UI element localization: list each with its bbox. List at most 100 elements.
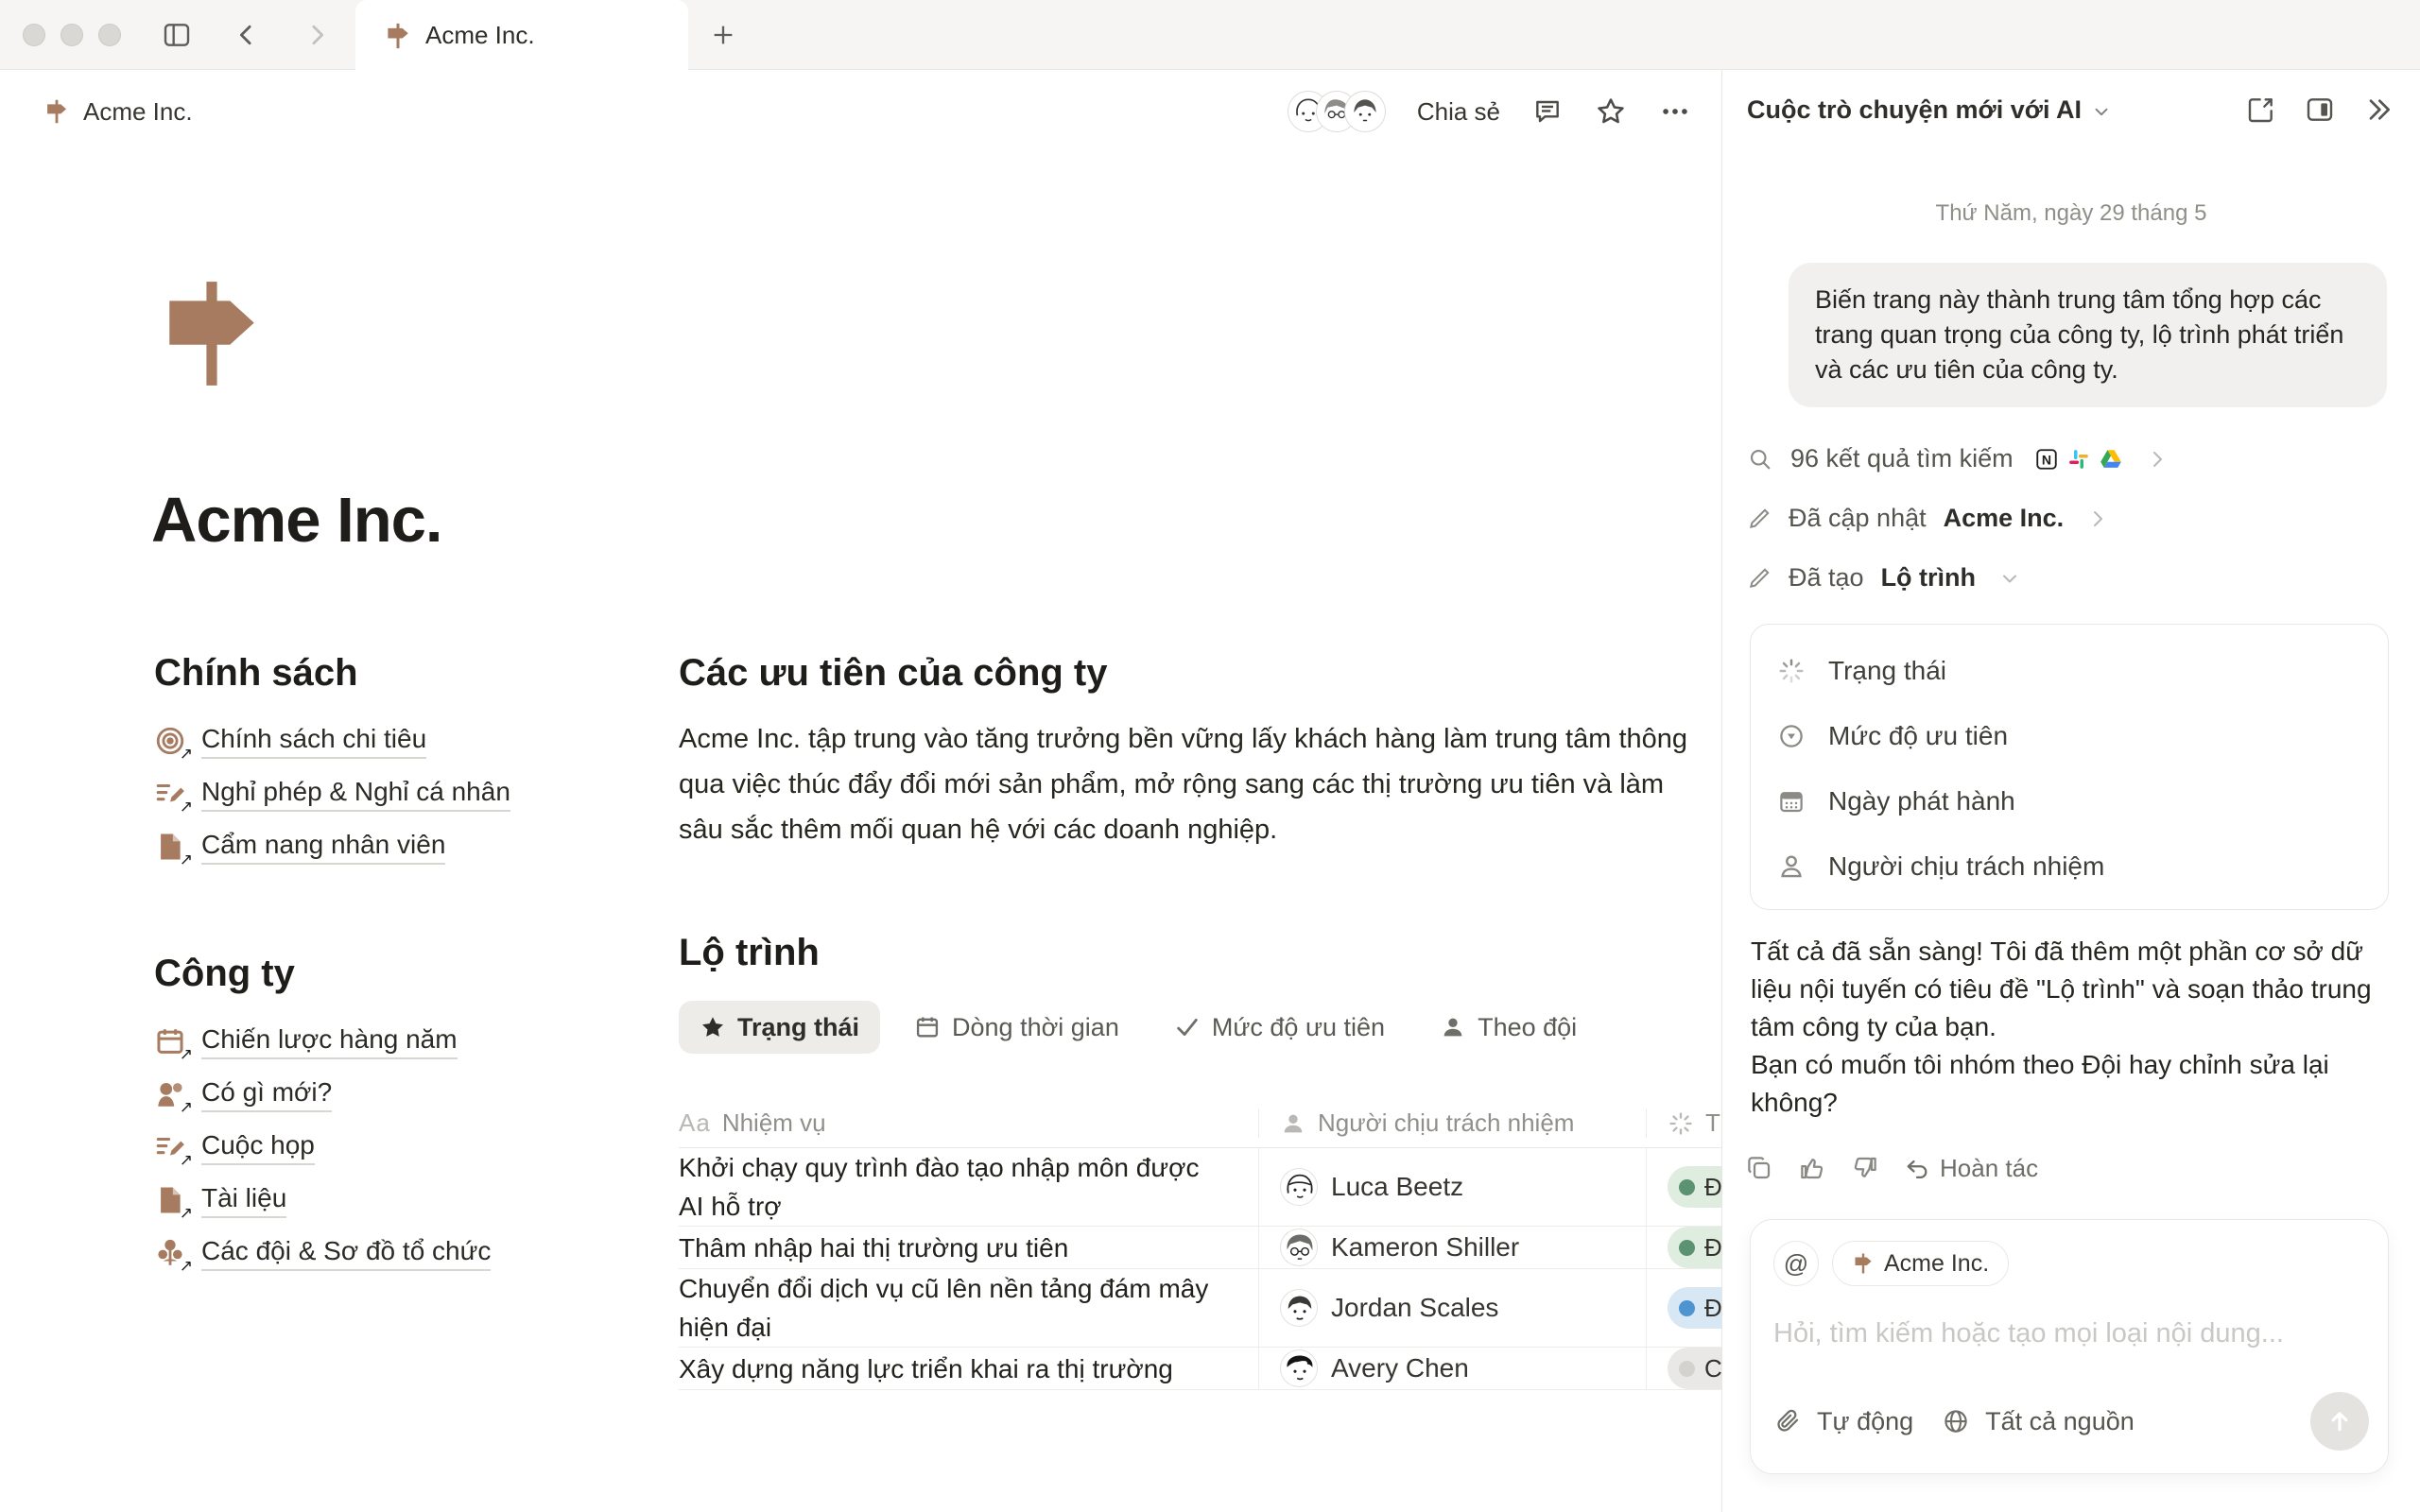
assignee-name[interactable]: Kameron Shiller (1331, 1232, 1519, 1263)
chevron-down-icon (2091, 101, 2112, 122)
status-badge[interactable]: Đã (1668, 1227, 1721, 1268)
favorite-star-icon[interactable] (1595, 95, 1627, 128)
chat-input-card[interactable]: @ Acme Inc. Hỏi, tìm kiếm hoặc tạo mọi l… (1750, 1219, 2389, 1474)
context-chip[interactable]: Acme Inc. (1832, 1241, 2009, 1286)
ai-response: Tất cả đã sẵn sàng! Tôi đã thêm một phần… (1751, 933, 2375, 1122)
document-toolbar: Acme Inc. Chia sẻ (0, 70, 1721, 153)
roadmap-heading[interactable]: Lộ trình (679, 928, 1721, 977)
status-badge[interactable]: Đã (1668, 1166, 1721, 1208)
chat-input[interactable]: Hỏi, tìm kiếm hoặc tạo mọi loại nội dung… (1773, 1318, 2365, 1349)
table-header-row[interactable]: AaNhiệm vụ Người chịu trách nhiệm T (679, 1099, 1721, 1148)
sources-selector[interactable]: Tất cả nguồn (1985, 1407, 2135, 1436)
table-row[interactable]: Khởi chạy quy trình đào tạo nhập môn đượ… (679, 1148, 1721, 1227)
pencil-icon (1747, 507, 1772, 531)
assignee-avatar (1280, 1289, 1318, 1327)
page-link[interactable]: ↗ Có gì mới? (154, 1068, 665, 1121)
assignee-avatar (1280, 1168, 1318, 1206)
created-page-title[interactable]: Lộ trình (1881, 563, 1976, 593)
zoom-window-button[interactable] (98, 24, 121, 46)
page-link[interactable]: ↗ Nghỉ phép & Nghỉ cá nhân (154, 767, 665, 820)
page-link[interactable]: ↗ Chiến lược hàng năm (154, 1015, 665, 1068)
external-link-arrow: ↗ (180, 1045, 193, 1064)
page-link[interactable]: ↗ Các đội & Sơ đồ tổ chức (154, 1227, 665, 1280)
assignee-name[interactable]: Luca Beetz (1331, 1172, 1463, 1202)
back-button[interactable] (225, 0, 268, 70)
external-link-arrow: ↗ (180, 1098, 193, 1117)
page-link[interactable]: ↗ Chính sách chi tiêu (154, 714, 665, 767)
database-view-tabs: Trạng thái Dòng thời gian Mức độ ưu tiên… (679, 1001, 1721, 1054)
globe-icon[interactable] (1942, 1407, 1970, 1435)
page-link[interactable]: ↗ Cẩm nang nhân viên (154, 820, 665, 873)
property-row[interactable]: Ngày phát hành (1751, 768, 2388, 833)
mention-button[interactable]: @ (1773, 1241, 1819, 1286)
view-tab[interactable]: Mức độ ưu tiên (1153, 1001, 1406, 1054)
status-spinner-icon (1668, 1110, 1694, 1137)
notion-icon: N (2034, 447, 2059, 472)
breadcrumb[interactable]: Acme Inc. (43, 70, 193, 153)
table-rows: Khởi chạy quy trình đào tạo nhập môn đượ… (679, 1148, 1721, 1390)
page-icon-signpost[interactable] (154, 276, 269, 391)
thumbs-down-icon[interactable] (1851, 1154, 1879, 1182)
new-tab-button[interactable] (701, 0, 745, 70)
priorities-paragraph[interactable]: Acme Inc. tập trung vào tăng trưởng bền … (679, 716, 1690, 852)
copy-icon[interactable] (1745, 1154, 1773, 1182)
forward-button[interactable] (295, 0, 338, 70)
assignee-name[interactable]: Avery Chen (1331, 1353, 1469, 1383)
share-button[interactable]: Chia sẻ (1417, 97, 1500, 127)
view-tab[interactable]: Theo đội (1419, 1001, 1598, 1054)
column-person[interactable]: Người chịu trách nhiệm (1318, 1108, 1574, 1138)
pencil-icon (1747, 566, 1772, 591)
external-link-arrow: ↗ (180, 798, 193, 816)
chat-title-menu[interactable]: Cuộc trò chuyện mới với AI (1747, 95, 2112, 125)
status-badge[interactable]: Đã (1668, 1287, 1721, 1329)
comments-icon[interactable] (1532, 96, 1563, 127)
breadcrumb-label: Acme Inc. (83, 97, 193, 127)
page-link[interactable]: ↗ Cuộc họp (154, 1121, 665, 1174)
close-window-button[interactable] (23, 24, 45, 46)
table-row[interactable]: Chuyển đổi dịch vụ cũ lên nền tảng đám m… (679, 1269, 1721, 1348)
window-controls[interactable] (23, 24, 121, 46)
property-row[interactable]: Mức độ ưu tiên (1751, 703, 2388, 768)
table-row[interactable]: Thâm nhập hai thị trường ưu tiên Kameron… (679, 1227, 1721, 1269)
created-page-row[interactable]: Đã tạo Lộ trình (1722, 548, 2420, 608)
search-results-row[interactable]: 96 kết quả tìm kiếm N (1722, 429, 2420, 489)
property-row[interactable]: Người chịu trách nhiệm (1751, 833, 2388, 899)
page-title[interactable]: Acme Inc. (151, 484, 442, 557)
tab-acme-inc[interactable]: Acme Inc. (355, 0, 688, 71)
chevron-right-icon (2146, 448, 2169, 471)
updated-page-row[interactable]: Đã cập nhật Acme Inc. (1722, 489, 2420, 548)
property-row[interactable]: Trạng thái (1751, 638, 2388, 703)
undo-button[interactable]: Hoàn tác (1904, 1154, 2038, 1183)
attach-icon[interactable] (1773, 1407, 1802, 1435)
slack-icon (2066, 447, 2091, 472)
created-database-properties-card[interactable]: Trạng thái Mức độ ưu tiên Ngày phát hành… (1750, 624, 2389, 910)
minimize-window-button[interactable] (60, 24, 83, 46)
send-button[interactable] (2310, 1392, 2369, 1451)
assignee-name[interactable]: Jordan Scales (1331, 1293, 1498, 1323)
sidebar-toggle-icon[interactable] (153, 0, 200, 70)
page-link[interactable]: ↗ Tài liệu (154, 1174, 665, 1227)
policies-heading[interactable]: Chính sách (154, 648, 665, 697)
chat-date-header: Thứ Năm, ngày 29 tháng 5 (1722, 200, 2420, 227)
external-link-arrow: ↗ (180, 1151, 193, 1170)
collaborator-avatars[interactable] (1288, 92, 1385, 131)
priorities-heading[interactable]: Các ưu tiên của công ty (679, 648, 1721, 697)
column-task[interactable]: Nhiệm vụ (722, 1108, 826, 1138)
chevron-right-icon (2086, 507, 2109, 530)
view-tab[interactable]: Trạng thái (679, 1001, 880, 1054)
collapse-panel-icon[interactable] (2363, 94, 2394, 125)
more-options-icon[interactable] (1659, 95, 1691, 128)
new-chat-icon[interactable] (2246, 94, 2276, 125)
company-links: ↗ Chiến lược hàng năm ↗ Có gì mới? ↗ Cuộ… (154, 1015, 665, 1280)
column-status[interactable]: T (1705, 1108, 1720, 1138)
mode-selector[interactable]: Tự động (1817, 1407, 1913, 1436)
table-row[interactable]: Xây dựng năng lực triển khai ra thị trườ… (679, 1348, 1721, 1390)
status-badge[interactable]: Ch (1668, 1348, 1721, 1389)
view-tab[interactable]: Dòng thời gian (893, 1001, 1140, 1054)
panel-layout-icon[interactable] (2305, 94, 2335, 125)
policy-links: ↗ Chính sách chi tiêu ↗ Nghỉ phép & Nghỉ… (154, 714, 665, 873)
external-link-arrow: ↗ (180, 1257, 193, 1276)
company-heading[interactable]: Công ty (154, 949, 665, 998)
thumbs-up-icon[interactable] (1798, 1154, 1826, 1182)
updated-page-title[interactable]: Acme Inc. (1944, 504, 2065, 533)
